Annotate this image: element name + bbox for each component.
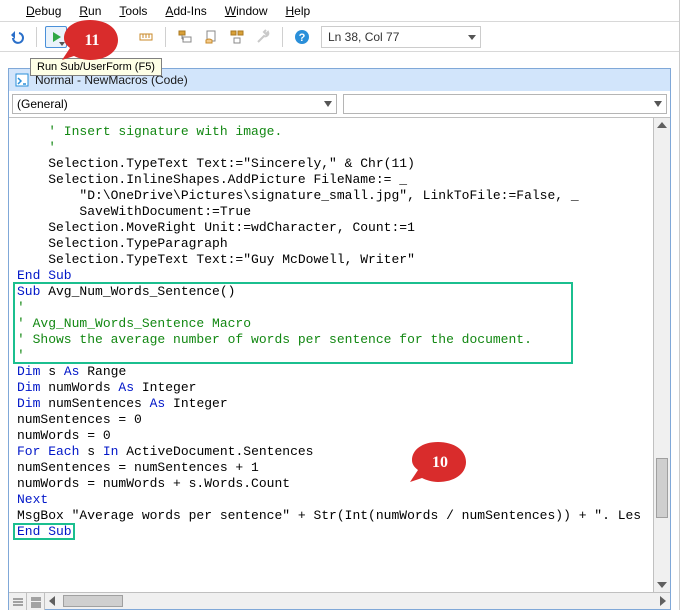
menu-run[interactable]: Run	[71, 2, 109, 20]
horizontal-scrollbar[interactable]	[45, 593, 670, 609]
design-mode-button[interactable]	[135, 26, 157, 48]
procedure-view-button[interactable]	[9, 593, 27, 610]
svg-text:?: ?	[299, 32, 306, 44]
menu-window[interactable]: Window	[217, 2, 276, 20]
step-11-annotation: 11	[62, 20, 118, 60]
play-icon	[53, 32, 61, 42]
hand-doc-icon	[203, 29, 219, 45]
cursor-position-text: Ln 38, Col 77	[328, 30, 399, 44]
wrench-icon	[255, 29, 271, 45]
cursor-position-box[interactable]: Ln 38, Col 77	[321, 26, 481, 48]
vba-editor-window: Debug Run Tools Add-Ins Window Help	[0, 0, 680, 610]
menu-addins[interactable]: Add-Ins	[157, 2, 214, 20]
menu-debug[interactable]: Debug	[18, 2, 69, 20]
run-tooltip: Run Sub/UserForm (F5)	[30, 58, 162, 76]
properties-button[interactable]	[200, 26, 222, 48]
toolbar-separator	[36, 27, 37, 47]
menu-help[interactable]: Help	[277, 2, 318, 20]
menu-tools[interactable]: Tools	[111, 2, 155, 20]
object-browser-button[interactable]	[226, 26, 248, 48]
undo-button[interactable]	[6, 26, 28, 48]
folder-tree-icon	[177, 29, 193, 45]
horizontal-scroll-thumb[interactable]	[63, 595, 123, 607]
ruler-icon	[138, 29, 154, 45]
svg-text:10: 10	[432, 454, 448, 471]
step-10-annotation: 10	[410, 442, 466, 482]
undo-icon	[9, 29, 25, 45]
full-module-view-button[interactable]	[27, 593, 45, 610]
toolbar-separator	[165, 27, 166, 47]
vertical-scrollbar[interactable]	[653, 118, 670, 592]
procedure-combo[interactable]	[343, 94, 668, 114]
full-view-icon	[30, 596, 42, 608]
toolbar-separator	[282, 27, 283, 47]
svg-text:11: 11	[84, 32, 99, 49]
code-editor[interactable]: ' Insert signature with image. ' Selecti…	[9, 118, 670, 580]
toolbox-button[interactable]	[252, 26, 274, 48]
project-explorer-button[interactable]	[174, 26, 196, 48]
code-window: Normal - NewMacros (Code) (General) ' In…	[8, 68, 671, 610]
vertical-scroll-thumb[interactable]	[656, 458, 668, 518]
help-button[interactable]: ?	[291, 26, 313, 48]
object-combo[interactable]: (General)	[12, 94, 337, 114]
code-module-icon	[15, 73, 29, 87]
box-tree-icon	[229, 29, 245, 45]
help-icon: ?	[294, 29, 310, 45]
single-view-icon	[12, 596, 24, 608]
menu-bar: Debug Run Tools Add-Ins Window Help	[0, 0, 679, 22]
